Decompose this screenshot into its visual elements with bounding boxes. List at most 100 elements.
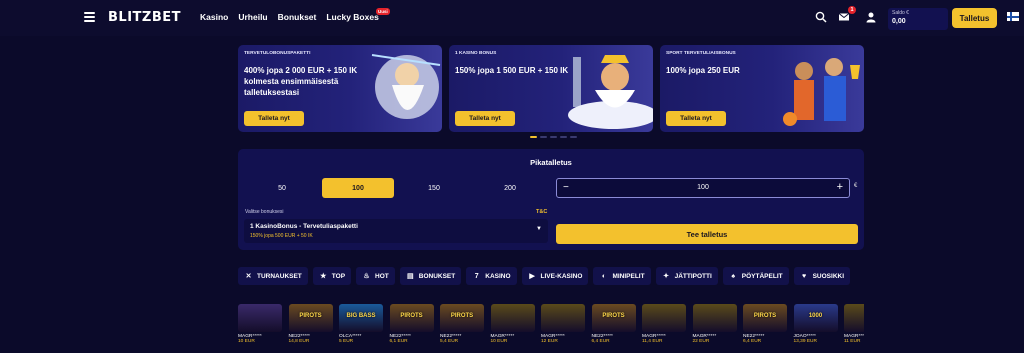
banner-casino-bonus[interactable]: 1 KASINO BONUS 150% jopa 1 500 EUR + 150… — [449, 45, 653, 132]
nav-lucky-boxes[interactable]: Lucky Boxes Uusi — [326, 8, 390, 22]
user-icon[interactable] — [865, 11, 877, 23]
banner-tag: SPORT TERVETULIAISBONUS — [666, 51, 736, 56]
jackpot-icon: ✦ — [663, 273, 670, 280]
win-amount: 14,8 EUR — [288, 339, 310, 344]
amount-stepper[interactable]: − 100 + — [556, 178, 850, 198]
game-thumbnail[interactable] — [490, 304, 535, 332]
win-tile[interactable]: PIROTS NE22***** 6,4 EUR — [743, 304, 787, 344]
category-live-kasino[interactable]: ▶ LIVE-KASINO — [521, 267, 589, 285]
win-tile[interactable]: MAGR***** 12 EUR — [541, 304, 585, 344]
amount-option-150[interactable]: 150 — [398, 178, 470, 198]
game-thumbnail[interactable]: PIROTS — [288, 304, 333, 332]
banner-cta-button[interactable]: Talleta nyt — [455, 111, 515, 126]
top-bar: BLITZBET Kasino Urheilu Bonukset Lucky B… — [0, 0, 1024, 36]
amount-option-100[interactable]: 100 — [322, 178, 394, 198]
game-thumbnail[interactable]: PIROTS — [440, 304, 484, 332]
category-label: TURNAUKSET — [257, 272, 302, 280]
trophy-icon: ✕ — [245, 273, 252, 280]
search-icon[interactable] — [815, 11, 827, 23]
game-thumbnail-title: PIROTS — [450, 313, 474, 319]
nav-kasino[interactable]: Kasino — [200, 12, 228, 22]
banner-tag: 1 KASINO BONUS — [455, 51, 497, 56]
banner-tag: TERVETULOBONUSPAKETTI — [244, 51, 311, 56]
win-tile[interactable]: PIROTS NE22***** 6,4 EUR — [591, 304, 636, 344]
category-turnaukset[interactable]: ✕ TURNAUKSET — [238, 267, 308, 285]
game-thumbnail-title: PIROTS — [299, 313, 322, 319]
win-tile[interactable]: MAGR***** 10 EUR — [490, 304, 535, 344]
game-thumbnail[interactable]: 1000 — [793, 304, 838, 332]
bonus-select[interactable]: 1 KasinoBonus - Tervetuliaspaketti 150% … — [244, 219, 548, 243]
win-amount: 6,4 EUR — [591, 339, 610, 344]
submit-deposit-button[interactable]: Tee talletus — [556, 224, 858, 244]
terms-link[interactable]: T&C — [536, 209, 547, 215]
category-bar: ✕ TURNAUKSET ★ TOP ♨ HOT ▤ BONUKSET 7 KASINO … — [238, 267, 851, 285]
banner-cta-button[interactable]: Talleta nyt — [244, 111, 304, 126]
amount-stepper-value[interactable]: 100 — [557, 184, 849, 191]
game-thumbnail[interactable]: PIROTS — [389, 304, 434, 332]
finland-flag-icon[interactable] — [1007, 12, 1019, 21]
win-amount: 10 EUR — [490, 339, 508, 344]
carousel-dot[interactable] — [560, 136, 567, 138]
win-tile[interactable]: MAGR***** 10 EUR — [238, 304, 282, 344]
logo[interactable]: BLITZBET — [108, 10, 181, 25]
plus-icon[interactable]: + — [837, 181, 843, 193]
banner-title: 150% jopa 1 500 EUR + 150 IK — [455, 66, 569, 75]
amount-option-200[interactable]: 200 — [474, 178, 546, 198]
category-label: HOT — [375, 272, 389, 280]
balance-box[interactable]: Saldo € 0,00 — [888, 8, 948, 30]
zeus-clouds-illustration — [568, 55, 653, 129]
game-thumbnail[interactable]: PIROTS — [591, 304, 636, 332]
category-kasino[interactable]: 7 KASINO — [466, 267, 517, 285]
game-thumbnail[interactable] — [642, 304, 686, 332]
game-thumbnail-title: PIROTS — [400, 313, 423, 319]
carousel-dot[interactable] — [540, 136, 547, 138]
win-tile[interactable]: PIROTS NE22***** 5,4 EUR — [440, 304, 484, 344]
rocket-icon: ◐ — [601, 272, 607, 280]
athletes-illustration — [783, 58, 860, 126]
win-tile[interactable]: BIG BASS OLCA***** 5 EUR — [339, 304, 383, 344]
carousel-dot[interactable] — [570, 136, 577, 138]
new-badge: Uusi — [376, 8, 390, 15]
currency-symbol: € — [854, 183, 858, 189]
game-thumbnail[interactable] — [541, 304, 585, 332]
game-thumbnail[interactable]: PIROTS — [743, 304, 787, 332]
category-jattipotti[interactable]: ✦ JÄTTIPOTTI — [655, 267, 718, 285]
win-tile[interactable]: 1000 JOAO***** 13,39 EUR — [793, 304, 838, 344]
win-tile[interactable]: PIROTS NE22***** 6,1 EUR — [389, 304, 434, 344]
game-thumbnail[interactable] — [844, 304, 864, 332]
quick-deposit-title: Pikatalletus — [530, 158, 572, 167]
category-label: PÖYTÄPELIT — [741, 272, 783, 280]
deposit-button[interactable]: Talletus — [952, 8, 997, 28]
win-tile[interactable]: MAGR***** 11,4 EUR — [642, 304, 686, 344]
game-thumbnail[interactable] — [238, 304, 282, 332]
category-hot[interactable]: ♨ HOT — [356, 267, 395, 285]
category-minipelit[interactable]: ◐ MINIPELIT — [593, 267, 651, 285]
zeus-illustration — [371, 54, 441, 119]
banner-cta-button[interactable]: Talleta nyt — [666, 111, 726, 126]
menu-icon[interactable] — [84, 12, 95, 22]
category-poytapelit[interactable]: ♠ PÖYTÄPELIT — [722, 267, 789, 285]
win-tile[interactable]: MAGR***** 22 EUR — [692, 304, 737, 344]
category-suosikki[interactable]: ♥ SUOSIKKI — [793, 267, 851, 285]
nav-lucky-boxes-label: Lucky Boxes — [326, 12, 379, 22]
game-thumbnail-title: PIROTS — [602, 313, 625, 319]
banner-sport-bonus[interactable]: SPORT TERVETULIAISBONUS 100% jopa 250 EU… — [660, 45, 864, 132]
banner-welcome-package[interactable]: TERVETULOBONUSPAKETTI 400% jopa 2 000 EU… — [238, 45, 442, 132]
game-thumbnail[interactable] — [692, 304, 737, 332]
win-amount: 6,4 EUR — [743, 339, 762, 344]
carousel-dot[interactable] — [530, 136, 537, 138]
star-icon: ★ — [320, 273, 327, 280]
bonus-select-label: Valitse bonuksesi — [245, 209, 284, 215]
carousel-dot[interactable] — [550, 136, 557, 138]
category-top[interactable]: ★ TOP — [312, 267, 352, 285]
game-thumbnail-title: 1000 — [808, 313, 823, 319]
category-label: JÄTTIPOTTI — [674, 272, 712, 280]
win-tile[interactable]: MAGR*****11 EUR — [844, 304, 864, 344]
amount-option-50[interactable]: 50 — [246, 178, 318, 198]
nav-urheilu[interactable]: Urheilu — [238, 12, 267, 22]
category-bonukset[interactable]: ▤ BONUKSET — [399, 267, 462, 285]
win-amount: 5 EUR — [339, 339, 354, 344]
nav-bonukset[interactable]: Bonukset — [278, 12, 317, 22]
game-thumbnail[interactable]: BIG BASS — [339, 304, 383, 332]
win-tile[interactable]: PIROTS NE22***** 14,8 EUR — [288, 304, 333, 344]
